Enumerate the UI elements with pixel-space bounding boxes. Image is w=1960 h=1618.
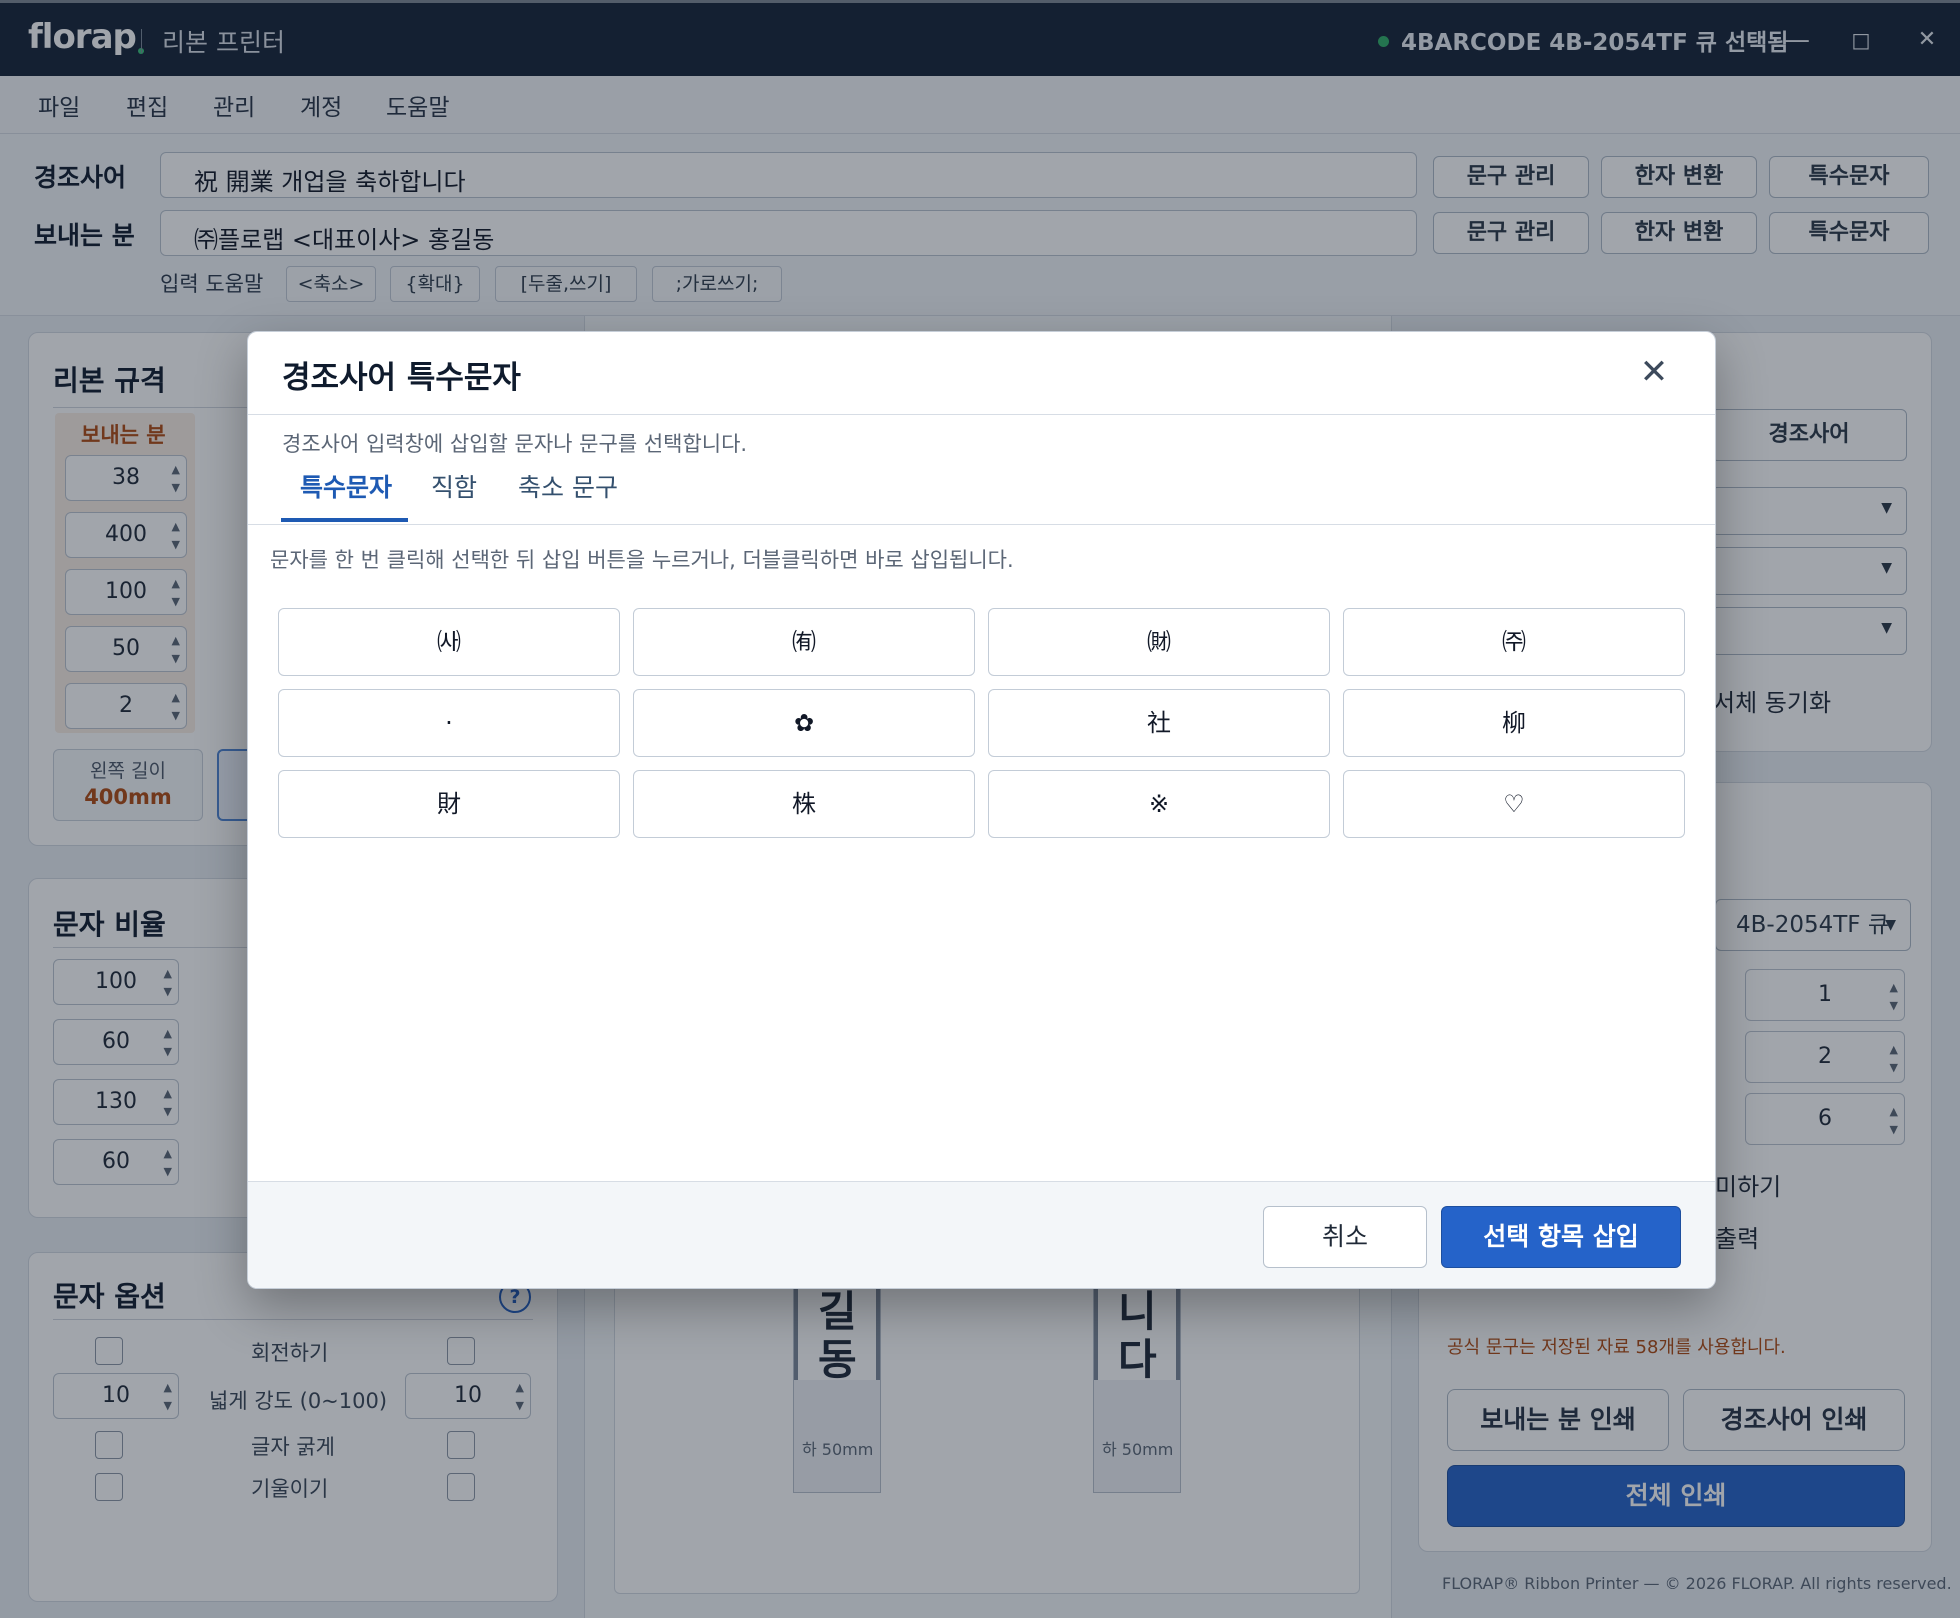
dialog-instruction: 문자를 한 번 클릭해 선택한 뒤 삽입 버튼을 누르거나, 더블클릭하면 바로… xyxy=(270,548,1014,572)
dialog-subtitle: 경조사어 입력창에 삽입할 문자나 문구를 선택합니다. xyxy=(282,432,748,456)
cancel-button[interactable]: 취소 xyxy=(1263,1206,1427,1268)
tab-special-chars[interactable]: 특수문자 xyxy=(300,468,392,504)
char-option[interactable]: ㈶ xyxy=(988,608,1330,676)
special-char-dialog: 경조사어 특수문자 ✕ 경조사어 입력창에 삽입할 문자나 문구를 선택합니다.… xyxy=(247,331,1716,1289)
char-option[interactable]: ㈜ xyxy=(1343,608,1685,676)
char-option[interactable]: 社 xyxy=(988,689,1330,757)
char-option[interactable]: ㈔ xyxy=(278,608,620,676)
tab-shrink-phrases[interactable]: 축소 문구 xyxy=(518,468,618,504)
active-tab-indicator xyxy=(281,518,408,522)
dialog-footer: 취소 선택 항목 삽입 xyxy=(248,1182,1715,1288)
char-option[interactable]: ㈲ xyxy=(633,608,975,676)
char-option[interactable]: 柳 xyxy=(1343,689,1685,757)
char-option[interactable]: ♡ xyxy=(1343,770,1685,838)
dialog-title: 경조사어 특수문자 xyxy=(282,360,521,396)
char-option[interactable]: 財 xyxy=(278,770,620,838)
char-option[interactable]: 株 xyxy=(633,770,975,838)
insert-selected-button[interactable]: 선택 항목 삽입 xyxy=(1441,1206,1681,1268)
char-option[interactable]: · xyxy=(278,689,620,757)
tab-titles[interactable]: 직함 xyxy=(431,468,477,504)
char-option[interactable]: ※ xyxy=(988,770,1330,838)
char-option[interactable]: ✿ xyxy=(633,689,975,757)
dialog-close-icon[interactable]: ✕ xyxy=(1632,350,1676,394)
